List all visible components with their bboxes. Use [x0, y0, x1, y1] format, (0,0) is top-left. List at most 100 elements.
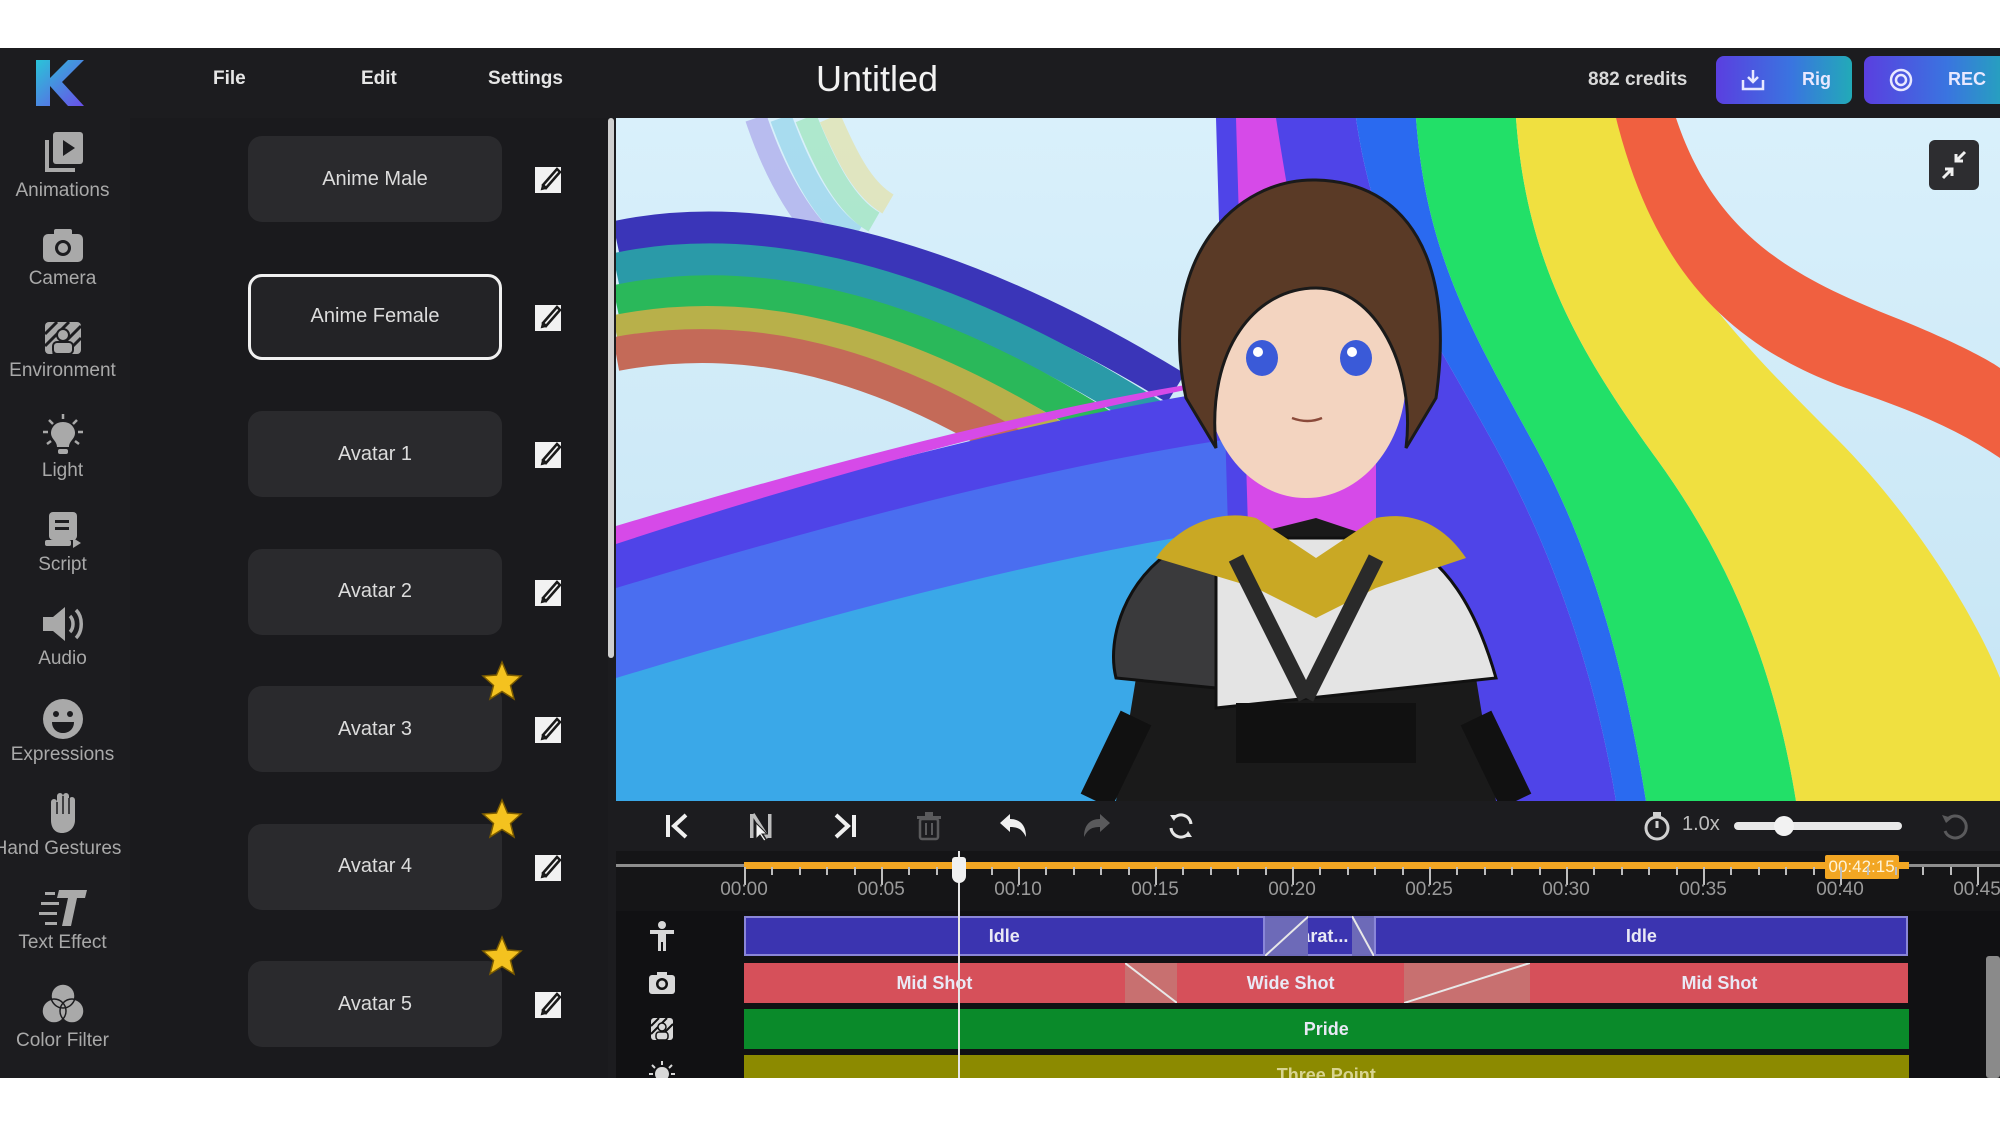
- minor-tick: [1894, 867, 1897, 875]
- step-frame-icon[interactable]: [744, 809, 778, 843]
- skip-to-end-icon[interactable]: [828, 809, 862, 843]
- avatar-item-label: Avatar 2: [337, 580, 413, 602]
- edit-icon[interactable]: [533, 988, 565, 1020]
- scene-viewport[interactable]: [616, 118, 2000, 801]
- clip-label: Idle: [1625, 925, 1657, 946]
- clip[interactable]: Wide Shot: [1176, 963, 1405, 1003]
- end-time-badge[interactable]: 00:42:15: [1824, 855, 1899, 879]
- edit-icon[interactable]: [533, 438, 565, 470]
- avatar-item-label: Anime Male: [322, 167, 428, 190]
- minor-tick: [1511, 867, 1514, 875]
- minor-tick: [1100, 867, 1103, 875]
- sidebar-item-environment[interactable]: Environment: [0, 320, 125, 408]
- clip[interactable]: Idle: [744, 916, 1265, 956]
- speed-slider[interactable]: [1734, 816, 1902, 836]
- sidebar-item-animations[interactable]: Animations: [0, 130, 125, 218]
- menu-settings[interactable]: Settings: [488, 68, 563, 90]
- track-light: Three Point: [616, 1055, 2000, 1078]
- playback-controls: 1.0x: [616, 801, 2000, 851]
- menu-edit[interactable]: Edit: [361, 68, 397, 90]
- app-logo: [36, 60, 84, 106]
- premium-star-icon: [481, 935, 523, 976]
- project-title[interactable]: Untitled: [816, 58, 938, 100]
- timeline[interactable]: 00:42:15 00:00 00:05 00:10 00:15 00:20 00:25 0…: [616, 851, 2000, 1078]
- sidebar-item-expressions[interactable]: Expressions: [0, 698, 125, 786]
- avatar-item[interactable]: Avatar 2: [248, 548, 502, 635]
- edit-icon[interactable]: [533, 851, 565, 883]
- minor-tick: [1182, 867, 1185, 875]
- clip[interactable]: Pride: [744, 1009, 1909, 1049]
- sidebar-item-camera[interactable]: Camera: [0, 226, 125, 314]
- loop-icon[interactable]: [1164, 809, 1198, 843]
- clip[interactable]: Three Point: [744, 1055, 1909, 1078]
- avatar-item-label: Avatar 5: [337, 992, 413, 1015]
- sidebar-item-script[interactable]: Script: [0, 510, 125, 598]
- tick-label: 00:45: [1953, 879, 2000, 900]
- minor-tick: [1319, 867, 1322, 875]
- exit-fullscreen-button[interactable]: [1929, 140, 1979, 190]
- clip-label: Mid Shot: [1681, 972, 1758, 993]
- avatar-item[interactable]: Avatar 3: [248, 686, 502, 772]
- edit-icon[interactable]: [533, 713, 565, 745]
- clip[interactable]: Mid Shot: [1530, 963, 1909, 1003]
- scene-render: [616, 118, 2000, 801]
- sidebar-item-hand-gestures[interactable]: Hand Gestures: [0, 792, 125, 880]
- redo-icon[interactable]: [1080, 809, 1114, 843]
- undo-icon[interactable]: [996, 809, 1030, 843]
- timeline-scrollbar[interactable]: [1986, 956, 2000, 1078]
- avatar-panel-scrollbar[interactable]: [608, 118, 614, 658]
- avatar-item[interactable]: Anime Female: [248, 273, 502, 360]
- clip[interactable]: Mid Shot: [744, 963, 1125, 1003]
- delete-icon[interactable]: [912, 809, 946, 843]
- speed-timer-icon: [1644, 812, 1670, 841]
- skip-to-start-icon[interactable]: [660, 809, 694, 843]
- reset-icon[interactable]: [1938, 809, 1972, 843]
- sidebar-label: Audio: [38, 648, 87, 669]
- avatar-item[interactable]: Avatar 5: [248, 961, 502, 1047]
- sidebar-item-light[interactable]: Light: [0, 414, 125, 502]
- minor-tick: [1593, 867, 1596, 875]
- clip[interactable]: Idle: [1374, 916, 1909, 956]
- avatar-item[interactable]: Avatar 1: [248, 411, 502, 497]
- top-bar: File Edit Settings Untitled 882 credits …: [0, 48, 2000, 118]
- light-bulb-icon: [42, 414, 83, 454]
- speed-slider-thumb[interactable]: [1774, 816, 1795, 836]
- transition[interactable]: [1124, 963, 1177, 1003]
- sidebar-item-audio[interactable]: Audio: [0, 604, 125, 692]
- avatar-item[interactable]: Anime Male: [248, 136, 502, 222]
- playhead[interactable]: [951, 851, 966, 1078]
- track-environment: Pride: [616, 1009, 2000, 1049]
- rec-button[interactable]: REC: [1864, 56, 2000, 104]
- transition[interactable]: [1264, 916, 1309, 956]
- transition[interactable]: [1404, 963, 1531, 1003]
- playhead-handle[interactable]: [951, 857, 966, 883]
- sidebar-item-color-filter[interactable]: Color Filter: [0, 982, 125, 1070]
- menu-file[interactable]: File: [213, 68, 246, 90]
- minor-tick: [1648, 867, 1651, 875]
- smiley-icon: [42, 699, 83, 739]
- edit-icon[interactable]: [533, 576, 565, 608]
- record-icon: [1889, 68, 1913, 92]
- sidebar-label: Color Filter: [16, 1030, 109, 1051]
- edit-icon[interactable]: [533, 163, 565, 195]
- time-ruler[interactable]: 00:42:15 00:00 00:05 00:10 00:15 00:20 00:25 0…: [616, 851, 2000, 911]
- sidebar-label: Expressions: [10, 744, 115, 765]
- transition[interactable]: [1352, 916, 1375, 956]
- avatar-item[interactable]: Avatar 4: [248, 823, 502, 910]
- avatar-panel: Anime Male Anime Female Avatar 1 Avatar 2 Av…: [130, 118, 614, 1078]
- minor-tick: [1209, 867, 1212, 875]
- sidebar-item-text-effect[interactable]: Text Effect: [0, 888, 125, 976]
- minor-tick: [1401, 867, 1404, 875]
- minor-tick: [1730, 867, 1733, 875]
- minor-tick: [1785, 867, 1788, 875]
- minor-tick: [1237, 867, 1240, 875]
- download-icon: [1741, 70, 1765, 91]
- minor-tick: [798, 867, 801, 875]
- rig-button[interactable]: Rig: [1716, 56, 1852, 104]
- speaker-icon: [42, 607, 83, 641]
- minor-tick: [1346, 867, 1349, 875]
- edit-icon[interactable]: [533, 301, 565, 333]
- sidebar-label: Camera: [28, 268, 97, 289]
- minor-tick: [1456, 867, 1459, 875]
- premium-star-icon: [481, 797, 523, 839]
